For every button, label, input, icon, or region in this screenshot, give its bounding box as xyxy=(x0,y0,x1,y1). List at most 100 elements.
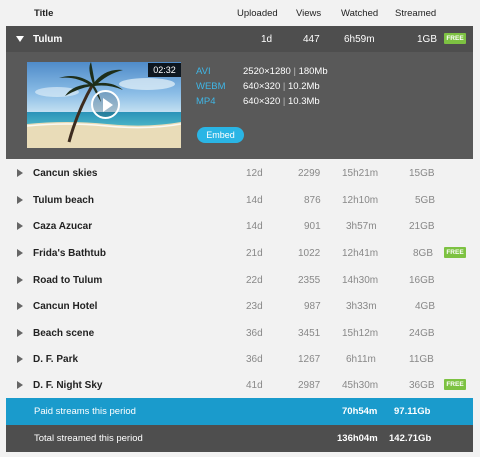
expand-arrow-icon[interactable] xyxy=(17,302,23,310)
format-resolution: 2520×1280 xyxy=(243,66,291,77)
row-watched: 3h33m xyxy=(346,301,377,312)
table-row[interactable]: Cancun Hotel 23d 987 3h33m 4GB xyxy=(6,293,473,319)
row-watched: 6h59m xyxy=(344,34,375,45)
row-views: 987 xyxy=(304,301,321,312)
row-watched: 6h11m xyxy=(346,354,376,365)
video-stats-table: Title Uploaded Views Watched Streamed Tu… xyxy=(0,0,480,457)
format-resolution: 640×320 xyxy=(243,81,281,92)
embed-button[interactable]: Embed xyxy=(197,127,244,143)
paid-streams-label: Paid streams this period xyxy=(34,406,136,417)
play-icon[interactable] xyxy=(91,90,120,119)
paid-streams-summary: Paid streams this period 70h54m 97.11Gb xyxy=(6,398,473,425)
row-title: Cancun Hotel xyxy=(33,301,98,312)
expanded-row: Tulum 1d 447 6h59m 1GB FREE 02:32 AVI 25… xyxy=(6,26,473,159)
format-mp4-link[interactable]: MP4 xyxy=(196,96,216,107)
format-size: 10.3Mb xyxy=(288,96,320,107)
row-watched: 12h41m xyxy=(342,248,379,259)
row-views: 3451 xyxy=(298,328,321,339)
format-avi-link[interactable]: AVI xyxy=(196,66,211,77)
row-streamed: 21GB xyxy=(409,221,435,232)
table-row[interactable]: Beach scene 36d 3451 15h12m 24GB xyxy=(6,320,473,346)
row-uploaded: 1d xyxy=(261,34,273,45)
row-title: Cancun skies xyxy=(33,168,98,179)
row-uploaded: 14d xyxy=(246,195,263,206)
format-avi-info: 2520×1280 | 180Mb xyxy=(243,66,328,77)
format-webm-link[interactable]: WEBM xyxy=(196,81,226,92)
expand-arrow-icon[interactable] xyxy=(17,169,23,177)
row-uploaded: 36d xyxy=(246,354,263,365)
table-row[interactable]: Road to Tulum 22d 2355 14h30m 16GB xyxy=(6,267,473,293)
row-streamed: 5GB xyxy=(415,195,436,206)
table-header: Title Uploaded Views Watched Streamed xyxy=(0,0,480,26)
row-views: 447 xyxy=(303,34,320,45)
row-watched: 15h12m xyxy=(342,328,379,339)
expand-arrow-icon[interactable] xyxy=(17,196,23,204)
free-badge: FREE xyxy=(444,33,466,44)
table-row[interactable]: Caza Azucar 14d 901 3h57m 21GB xyxy=(6,213,473,239)
format-resolution: 640×320 xyxy=(243,96,281,107)
total-streamed-summary: Total streamed this period 136h04m 142.7… xyxy=(6,425,473,452)
row-title: Beach scene xyxy=(33,328,95,339)
total-watched: 136h04m xyxy=(337,433,378,444)
col-watched-header[interactable]: Watched xyxy=(341,8,378,19)
row-streamed: 16GB xyxy=(409,275,435,286)
row-streamed: 4GB xyxy=(415,301,436,312)
row-views: 901 xyxy=(304,221,321,232)
format-size: 10.2Mb xyxy=(288,81,320,92)
row-streamed: 8GB xyxy=(413,248,434,259)
row-views: 2987 xyxy=(298,380,321,391)
row-uploaded: 41d xyxy=(246,380,263,391)
expand-arrow-icon[interactable] xyxy=(17,329,23,337)
paid-streamed-total: 97.11Gb xyxy=(394,406,431,417)
total-streamed: 142.71Gb xyxy=(389,433,432,444)
row-uploaded: 12d xyxy=(246,168,263,179)
row-streamed: 36GB xyxy=(409,380,435,391)
row-uploaded: 22d xyxy=(246,275,263,286)
row-watched: 45h30m xyxy=(342,380,379,391)
format-mp4-info: 640×320 | 10.3Mb xyxy=(243,96,320,107)
expanded-row-header[interactable]: Tulum 1d 447 6h59m 1GB FREE xyxy=(6,26,473,52)
col-uploaded-header[interactable]: Uploaded xyxy=(237,8,278,19)
row-title: Tulum xyxy=(33,34,63,45)
row-uploaded: 23d xyxy=(246,301,263,312)
row-title: D. F. Night Sky xyxy=(33,380,103,391)
row-streamed: 1GB xyxy=(417,34,438,45)
table-row[interactable]: D. F. Night Sky 41d 2987 45h30m 36GB FRE… xyxy=(6,372,473,398)
row-uploaded: 21d xyxy=(246,248,263,259)
expand-arrow-icon[interactable] xyxy=(17,276,23,284)
col-views-header[interactable]: Views xyxy=(296,8,321,19)
table-row[interactable]: Tulum beach 14d 876 12h10m 5GB xyxy=(6,187,473,213)
row-streamed: 24GB xyxy=(409,328,435,339)
row-watched: 15h21m xyxy=(342,168,379,179)
col-title-header[interactable]: Title xyxy=(34,8,53,19)
paid-watched-total: 70h54m xyxy=(342,406,378,417)
row-title: Tulum beach xyxy=(33,195,94,206)
row-views: 2355 xyxy=(298,275,321,286)
expand-arrow-icon[interactable] xyxy=(17,355,23,363)
free-badge: FREE xyxy=(444,379,466,390)
row-views: 1022 xyxy=(298,248,321,259)
row-title: Caza Azucar xyxy=(33,221,93,232)
row-watched: 3h57m xyxy=(346,221,377,232)
video-thumbnail[interactable]: 02:32 xyxy=(27,62,181,148)
col-streamed-header[interactable]: Streamed xyxy=(395,8,436,19)
table-row[interactable]: Cancun skies 12d 2299 15h21m 15GB xyxy=(6,160,473,186)
expand-arrow-icon[interactable] xyxy=(17,222,23,230)
row-uploaded: 36d xyxy=(246,328,263,339)
row-views: 1267 xyxy=(298,354,321,365)
row-streamed: 15GB xyxy=(409,168,435,179)
row-watched: 14h30m xyxy=(342,275,379,286)
expand-arrow-icon[interactable] xyxy=(17,249,23,257)
row-title: Frida's Bathtub xyxy=(33,248,106,259)
row-views: 876 xyxy=(304,195,321,206)
row-title: Road to Tulum xyxy=(33,275,103,286)
collapse-arrow-icon[interactable] xyxy=(16,36,24,42)
table-row[interactable]: Frida's Bathtub 21d 1022 12h41m 8GB FREE xyxy=(6,240,473,266)
table-row[interactable]: D. F. Park 36d 1267 6h11m 11GB xyxy=(6,346,473,372)
row-title: D. F. Park xyxy=(33,354,79,365)
video-duration: 02:32 xyxy=(148,63,181,77)
format-size: 180Mb xyxy=(298,66,328,77)
total-streamed-label: Total streamed this period xyxy=(34,433,143,444)
format-webm-info: 640×320 | 10.2Mb xyxy=(243,81,320,92)
expand-arrow-icon[interactable] xyxy=(17,381,23,389)
